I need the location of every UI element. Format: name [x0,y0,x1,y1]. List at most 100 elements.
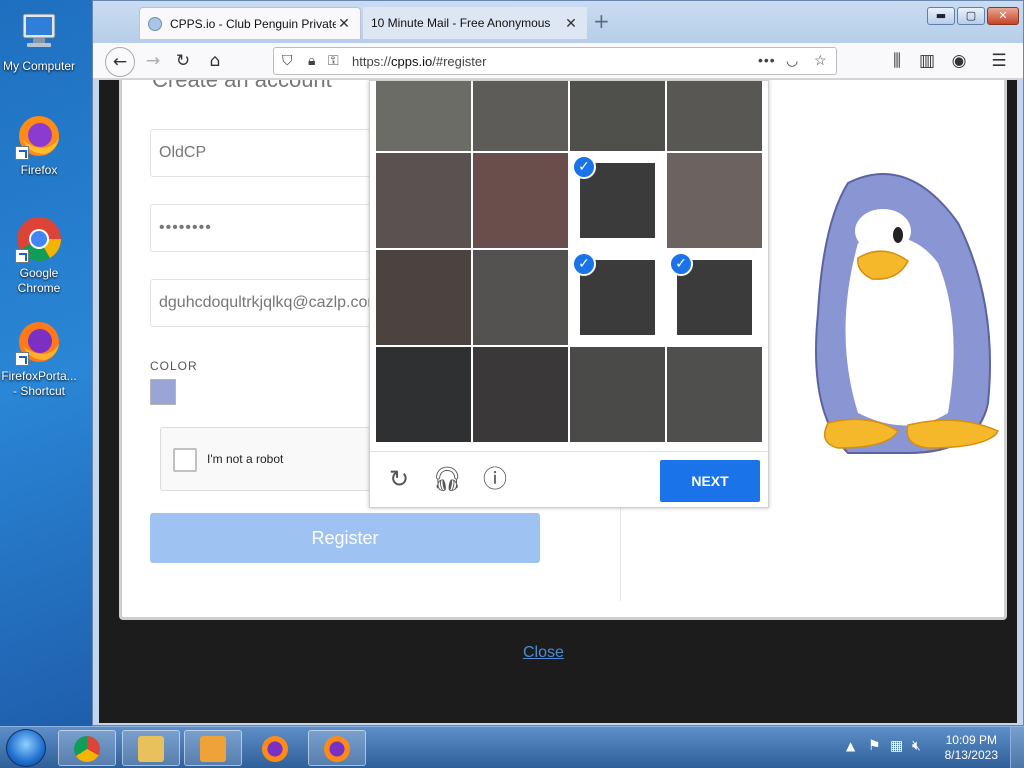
image-tile[interactable] [667,153,762,248]
desktop-icon-label: Google Chrome [17,266,61,295]
recaptcha-checkbox[interactable] [173,448,197,472]
image-tile[interactable]: ✓ [570,153,665,248]
account-icon[interactable]: ◉ [945,47,973,75]
desktop-icon-label: FirefoxPorta... - Shortcut [1,369,77,398]
home-button[interactable]: ⌂ [201,47,229,75]
taskbar: ▲ ⚑ ▦ 🔇︎ 10:09 PM 8/13/2023 [0,726,1024,768]
image-tile[interactable] [570,81,665,151]
firefox-icon [15,112,63,160]
back-button[interactable]: ← [105,47,135,77]
new-tab-icon[interactable]: + [593,9,610,33]
tab-close-icon[interactable]: ✕ [336,15,352,32]
audio-challenge-icon[interactable]: 🎧︎ [432,464,462,494]
start-button[interactable] [6,729,46,767]
page-actions-icon[interactable]: ••• [758,52,776,68]
nav-toolbar: ← → ↻ ⌂ ⛉ 🔒︎ ⚿ https://cpps.io/#register… [93,43,1023,79]
tray-expand-icon[interactable]: ▲ [846,739,855,753]
checkmark-icon: ✓ [669,252,693,276]
page-content: Create an account OldCP •••••••• dguhcdo… [99,80,1017,723]
image-tile[interactable] [376,250,471,345]
shortcut-arrow-icon [15,352,29,366]
tab-10minutemail[interactable]: 10 Minute Mail - Free Anonymous ✕ [363,7,587,39]
volume-muted-icon[interactable]: 🔇︎ [912,738,921,754]
penguin-illustration [788,163,1008,486]
shortcut-arrow-icon [15,146,29,160]
recaptcha-challenge-popup: ✓ ✓ ✓ ↻ 🎧︎ ⓘ NEXT [369,80,769,508]
firefox-portable-icon [15,318,63,366]
image-tile[interactable]: ✓ [570,250,665,345]
tab-strip: CPPS.io - Club Penguin Private ✕ 10 Minu… [93,1,1023,43]
color-swatch[interactable] [150,379,176,405]
image-tile[interactable] [667,81,762,151]
register-button[interactable]: Register [150,513,540,563]
recaptcha-label: I'm not a robot [207,452,284,466]
desktop-icon-firefox-portable[interactable]: FirefoxPorta... - Shortcut [0,318,78,399]
checkmark-icon: ✓ [572,252,596,276]
image-tile[interactable] [473,250,568,345]
reload-challenge-icon[interactable]: ↻ [384,464,414,494]
page-title: Create an account [152,80,332,93]
image-tile[interactable] [376,153,471,248]
minimize-button[interactable]: ▬ [927,7,955,25]
close-window-button[interactable]: ✕ [987,7,1019,25]
image-tile-grid: ✓ ✓ ✓ [376,81,764,442]
image-tile[interactable] [570,347,665,442]
shortcut-arrow-icon [15,249,29,263]
image-tile[interactable] [376,81,471,151]
menu-icon[interactable]: ☰ [985,47,1013,75]
show-desktop-button[interactable] [1010,727,1024,768]
desktop-icon-label: Firefox [20,163,58,177]
chrome-icon [74,736,100,762]
checkmark-icon: ✓ [572,155,596,179]
computer-icon [15,8,63,56]
shield-icon[interactable]: ⛉ [282,52,293,69]
image-tile[interactable] [376,347,471,442]
clock[interactable]: 10:09 PM 8/13/2023 [945,733,998,763]
clock-date: 8/13/2023 [944,748,998,762]
library-icon[interactable]: ⫼ [883,47,911,75]
desktop-icon-firefox[interactable]: Firefox [0,112,78,178]
desktop-icon-my-computer[interactable]: My Computer [0,8,78,74]
lock-icon[interactable]: 🔒︎ [308,52,315,69]
window-controls: ▬ ▢ ✕ [927,7,1019,25]
network-icon[interactable]: ▦ [890,738,903,754]
password-field[interactable]: •••••••• [150,204,382,252]
chrome-icon [15,215,63,263]
tab-cpps[interactable]: CPPS.io - Club Penguin Private ✕ [139,7,361,39]
taskbar-item-firefox-active[interactable] [308,730,366,766]
taskbar-item-explorer[interactable] [122,730,180,766]
key-icon[interactable]: ⚿ [328,52,339,69]
system-tray: ▲ ⚑ ▦ 🔇︎ 10:09 PM 8/13/2023 [834,727,1024,768]
image-tile[interactable] [473,347,568,442]
tab-close-icon[interactable]: ✕ [563,15,579,32]
challenge-toolbar: ↻ 🎧︎ ⓘ NEXT [370,451,768,509]
tab-title: CPPS.io - Club Penguin Private [170,16,336,31]
image-tile[interactable] [667,347,762,442]
browser-window: CPPS.io - Club Penguin Private ✕ 10 Minu… [92,0,1024,726]
info-icon[interactable]: ⓘ [480,464,510,494]
action-center-icon[interactable]: ⚑ [868,738,881,754]
next-button[interactable]: NEXT [660,460,760,502]
desktop-icon-chrome[interactable]: Google Chrome [0,215,78,296]
reload-button[interactable]: ↻ [169,47,197,75]
image-tile[interactable] [473,81,568,151]
maximize-button[interactable]: ▢ [957,7,985,25]
forward-button[interactable]: → [139,47,167,75]
url-bar[interactable]: ⛉ 🔒︎ ⚿ https://cpps.io/#register ••• ◡ ☆ [273,47,837,75]
cpps-favicon-icon [148,16,162,31]
username-field[interactable]: OldCP [150,129,382,177]
clock-time: 10:09 PM [945,733,997,747]
email-field[interactable]: dguhcdoqultrkjqlkq@cazlp.com [150,279,382,327]
firefox-icon [262,736,288,762]
image-tile[interactable] [473,153,568,248]
pocket-icon[interactable]: ◡ [786,52,798,69]
taskbar-item-media-player[interactable] [184,730,242,766]
close-link[interactable]: Close [523,644,564,662]
taskbar-item-firefox[interactable] [246,730,304,766]
sidebar-icon[interactable]: ▥ [913,47,941,75]
bookmark-star-icon[interactable]: ☆ [814,52,827,69]
taskbar-item-chrome[interactable] [58,730,116,766]
firefox-icon [324,736,350,762]
image-tile[interactable]: ✓ [667,250,762,345]
desktop-icon-label: My Computer [2,59,76,73]
